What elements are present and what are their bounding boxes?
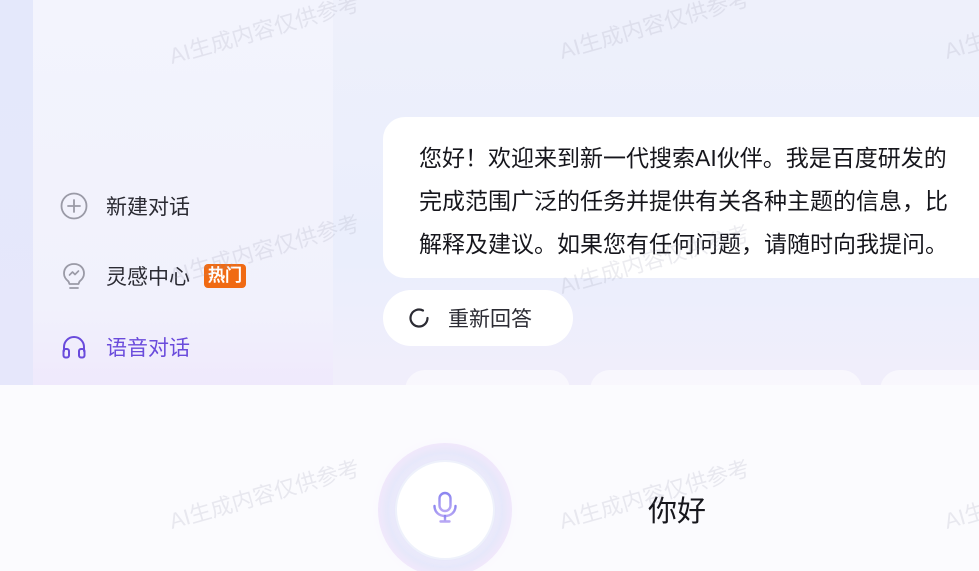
sidebar-item-inspiration[interactable]: 灵感中心 热门: [59, 256, 246, 296]
lightbulb-icon: [59, 261, 89, 291]
microphone-icon: [430, 491, 460, 530]
plus-circle-icon: [59, 191, 89, 221]
assistant-message: 您好！欢迎来到新一代搜索AI伙伴。我是百度研发的 完成范围广泛的任务并提供有关各…: [383, 117, 979, 278]
message-line: 解释及建议。如果您有任何问题，请随时向我提问。: [419, 231, 948, 257]
regenerate-label: 重新回答: [448, 308, 532, 331]
headphones-icon: [59, 332, 89, 362]
left-edge-strip: [0, 0, 33, 385]
mic-button[interactable]: [397, 462, 493, 558]
sidebar-item-label: 新建对话: [106, 196, 190, 219]
voice-transcript: 你好: [648, 496, 707, 528]
hot-badge: 热门: [204, 264, 246, 288]
watermark: AI生成内容仅供参考: [941, 0, 979, 64]
sidebar-item-label: 灵感中心: [106, 266, 190, 289]
regenerate-button[interactable]: 重新回答: [383, 290, 573, 346]
watermark: AI生成内容仅供参考: [556, 0, 753, 64]
sidebar-item-label: 语音对话: [106, 337, 190, 360]
sidebar-item-voice-chat[interactable]: 语音对话: [59, 327, 190, 367]
message-line: 您好！欢迎来到新一代搜索AI伙伴。我是百度研发的: [419, 145, 947, 171]
message-line: 完成范围广泛的任务并提供有关各种主题的信息，比: [419, 188, 948, 214]
sidebar-item-new-chat[interactable]: 新建对话: [59, 186, 190, 226]
refresh-icon: [405, 304, 433, 332]
